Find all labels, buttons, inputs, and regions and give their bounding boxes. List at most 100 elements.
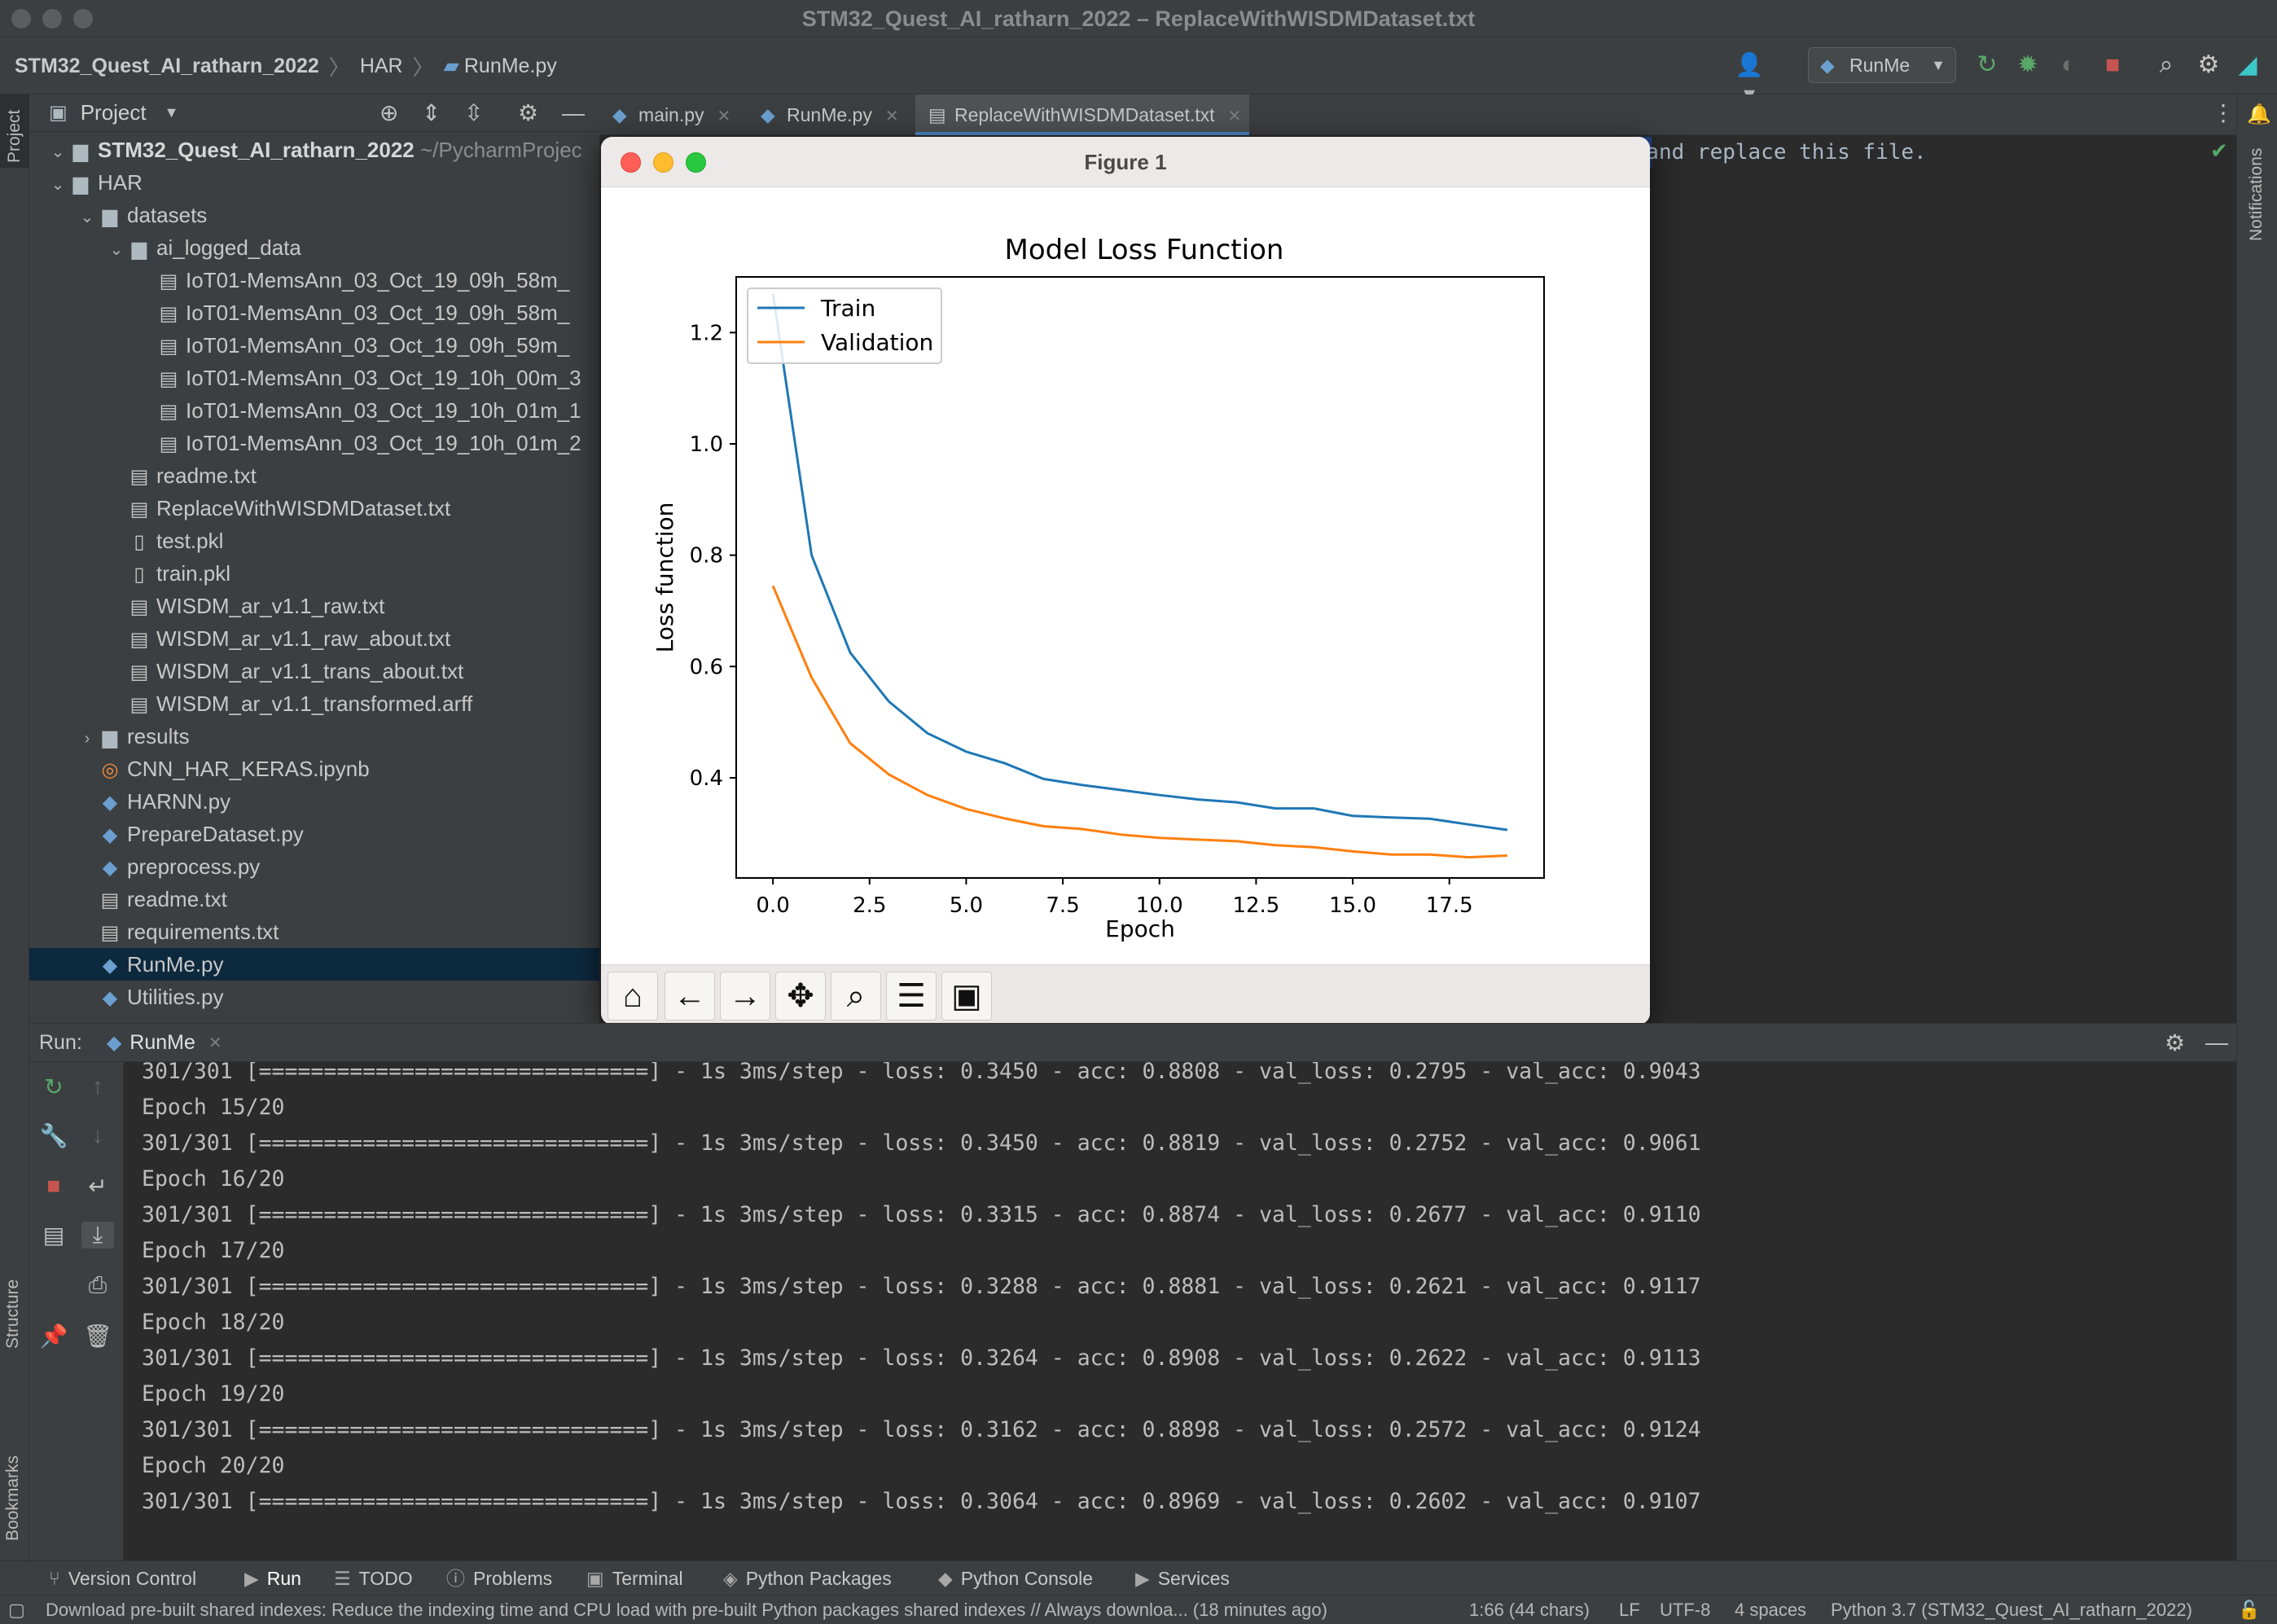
chevron-down-icon[interactable]: ⌄ — [77, 201, 98, 231]
close-icon[interactable]: ✕ — [1228, 108, 1242, 125]
tree-item-file[interactable]: ◆ preprocess.py — [29, 850, 599, 883]
tab-runme-py[interactable]: ◆ RunMe.py ✕ — [748, 94, 910, 135]
tree-item-file[interactable]: ▤ IoT01-MemsAnn_03_Oct_19_10h_01m_2 — [29, 427, 599, 459]
configure-subplots-button[interactable]: ☰ — [886, 972, 937, 1020]
tool-run[interactable]: ▶ Run — [244, 1561, 301, 1595]
gear-icon[interactable]: ⚙ — [2165, 1029, 2185, 1056]
rerun-icon[interactable]: ↻ — [1971, 50, 2003, 80]
forward-button[interactable]: → — [720, 972, 770, 1020]
tree-item-har[interactable]: ⌄ ▆ HAR — [29, 166, 599, 199]
tree-item-file[interactable]: ▤ IoT01-MemsAnn_03_Oct_19_10h_00m_3 — [29, 362, 599, 394]
minimize-icon[interactable]: — — [2205, 1029, 2228, 1056]
chevron-down-icon[interactable]: ⌄ — [47, 136, 68, 166]
scroll-to-end-icon[interactable]: ⤓ — [81, 1222, 114, 1249]
tool-terminal[interactable]: ▣ Terminal — [586, 1561, 683, 1595]
tree-item-file[interactable]: ◆ Utilities.py — [29, 981, 599, 1013]
arrow-up-icon[interactable]: ↑ — [81, 1073, 114, 1099]
tree-item-file[interactable]: ▤ WISDM_ar_v1.1_transformed.arff — [29, 687, 599, 720]
tree-item-ai-logged-data[interactable]: ⌄ ▆ ai_logged_data — [29, 231, 599, 264]
pin-icon[interactable]: 📌 — [37, 1323, 70, 1350]
status-message[interactable]: Download pre-built shared indexes: Reduc… — [46, 1595, 1414, 1624]
tool-problems[interactable]: ⓘ Problems — [446, 1561, 552, 1595]
tree-item-file[interactable]: ▯ test.pkl — [29, 525, 599, 557]
search-icon[interactable]: ⌕ — [2150, 50, 2183, 80]
caret-position[interactable]: 1:66 (44 chars) — [1469, 1595, 1590, 1624]
plugin-icon[interactable]: ◢ — [2231, 50, 2264, 80]
bell-icon[interactable]: 🔔 — [2247, 103, 2271, 126]
structure-tool-label[interactable]: Structure — [3, 1279, 23, 1349]
expand-all-icon[interactable]: ⇕ — [422, 99, 441, 126]
notifications-label[interactable]: Notifications — [2247, 148, 2266, 241]
layout-icon[interactable]: ▤ — [37, 1222, 70, 1249]
project-panel-title[interactable]: Project — [81, 100, 147, 125]
run-configuration-select[interactable]: ◆ RunMe ▼ — [1808, 47, 1956, 83]
run-console[interactable]: 301/301 [==============================]… — [124, 1062, 2236, 1560]
tree-item-datasets[interactable]: ⌄ ▆ datasets — [29, 199, 599, 231]
tab-main-py[interactable]: ◆ main.py ✕ — [599, 94, 746, 135]
home-button[interactable]: ⌂ — [608, 972, 658, 1020]
bookmarks-tool-label[interactable]: Bookmarks — [3, 1455, 23, 1541]
file-encoding[interactable]: UTF-8 — [1660, 1595, 1710, 1624]
tree-item-file[interactable]: ▤ IoT01-MemsAnn_03_Oct_19_10h_01m_1 — [29, 394, 599, 427]
locate-icon[interactable]: ⊕ — [380, 99, 398, 126]
soft-wrap-icon[interactable]: ↵ — [81, 1173, 114, 1200]
tree-item-file[interactable]: ◆ HARNN.py — [29, 785, 599, 818]
stop-icon[interactable]: ■ — [2096, 50, 2129, 80]
collapse-all-icon[interactable]: ⇳ — [464, 99, 483, 126]
tree-item-file[interactable]: ▤ readme.txt — [29, 883, 599, 915]
tree-item-selected[interactable]: ◆ RunMe.py — [29, 948, 599, 981]
tree-item-file[interactable]: ▤ ReplaceWithWISDMDataset.txt — [29, 492, 599, 525]
arrow-down-icon[interactable]: ↓ — [81, 1122, 114, 1148]
python-interpreter[interactable]: Python 3.7 (STM32_Quest_AI_ratharn_2022) — [1831, 1595, 2192, 1624]
tree-item-file[interactable]: ◆ PrepareDataset.py — [29, 818, 599, 850]
zoom-button[interactable]: ⌕ — [831, 972, 881, 1020]
stop-icon[interactable]: ■ — [37, 1173, 70, 1199]
tree-item-file[interactable]: ▤ IoT01-MemsAnn_03_Oct_19_09h_58m_ — [29, 296, 599, 329]
tool-python-packages[interactable]: ◈ Python Packages — [723, 1561, 892, 1595]
breadcrumb-project[interactable]: STM32_Quest_AI_ratharn_2022 — [15, 55, 319, 78]
tool-services[interactable]: ▶ Services — [1135, 1561, 1230, 1595]
lock-icon[interactable]: 🔓 — [2238, 1595, 2260, 1624]
wrench-icon[interactable]: 🔧 — [37, 1122, 70, 1149]
tab-replacewithwisdmdataset-txt[interactable]: ▤ ReplaceWithWISDMDataset.txt ✕ — [915, 94, 1249, 135]
debug-icon[interactable]: ✹ — [2012, 50, 2044, 80]
project-tool-button[interactable]: Project — [0, 94, 29, 168]
indent-setting[interactable]: 4 spaces — [1735, 1595, 1806, 1624]
tree-item-file[interactable]: ▤ WISDM_ar_v1.1_raw.txt — [29, 590, 599, 622]
run-tab-label[interactable]: RunMe — [129, 1031, 195, 1055]
gear-icon[interactable]: ⚙ — [2192, 50, 2225, 80]
back-button[interactable]: ← — [665, 972, 715, 1020]
chevron-right-icon[interactable]: › — [77, 722, 98, 753]
close-icon[interactable]: ✕ — [885, 108, 899, 125]
tree-item-file[interactable]: ▤ WISDM_ar_v1.1_trans_about.txt — [29, 655, 599, 687]
pan-button[interactable]: ✥ — [775, 972, 826, 1020]
close-icon[interactable]: ✕ — [208, 1033, 222, 1053]
tool-todo[interactable]: ☰ TODO — [334, 1561, 413, 1595]
tool-python-console[interactable]: ◆ Python Console — [938, 1561, 1093, 1595]
print-icon[interactable]: ⎙ — [81, 1272, 114, 1299]
tree-item-file[interactable]: ▤ requirements.txt — [29, 915, 599, 948]
close-icon[interactable]: ✕ — [717, 108, 731, 125]
gear-icon[interactable]: ⚙ — [518, 99, 538, 126]
minimize-icon[interactable]: — — [562, 100, 585, 126]
tree-item-file[interactable]: ▤ readme.txt — [29, 459, 599, 492]
status-square-icon[interactable]: ▢ — [8, 1595, 25, 1624]
chevron-down-icon[interactable]: ⌄ — [47, 169, 68, 199]
tree-item-file[interactable]: ▤ IoT01-MemsAnn_03_Oct_19_09h_58m_ — [29, 264, 599, 296]
tree-item-file[interactable]: ▯ train.pkl — [29, 557, 599, 590]
more-icon[interactable]: ⋮ — [2212, 99, 2235, 126]
breadcrumb-file[interactable]: RunMe.py — [464, 55, 557, 78]
coverage-icon[interactable]: ◐ — [2052, 50, 2085, 80]
tree-item-file[interactable]: ▤ IoT01-MemsAnn_03_Oct_19_09h_59m_ — [29, 329, 599, 362]
line-separator[interactable]: LF — [1619, 1595, 1640, 1624]
tree-root[interactable]: ⌄ ▆ STM32_Quest_AI_ratharn_2022 ~/PycharmP… — [29, 134, 599, 166]
chevron-down-icon[interactable]: ▼ — [165, 104, 179, 121]
tree-item-file[interactable]: ◎ CNN_HAR_KERAS.ipynb — [29, 753, 599, 785]
trash-icon[interactable]: 🗑 — [81, 1323, 114, 1350]
tool-version-control[interactable]: ⑂ Version Control — [49, 1561, 196, 1595]
chevron-down-icon[interactable]: ⌄ — [106, 234, 127, 264]
tree-item-results[interactable]: › ▆ results — [29, 720, 599, 753]
tree-item-file[interactable]: ▤ WISDM_ar_v1.1_raw_about.txt — [29, 622, 599, 655]
rerun-icon[interactable]: ↻ — [37, 1073, 70, 1100]
save-figure-button[interactable]: ▣ — [941, 972, 992, 1020]
